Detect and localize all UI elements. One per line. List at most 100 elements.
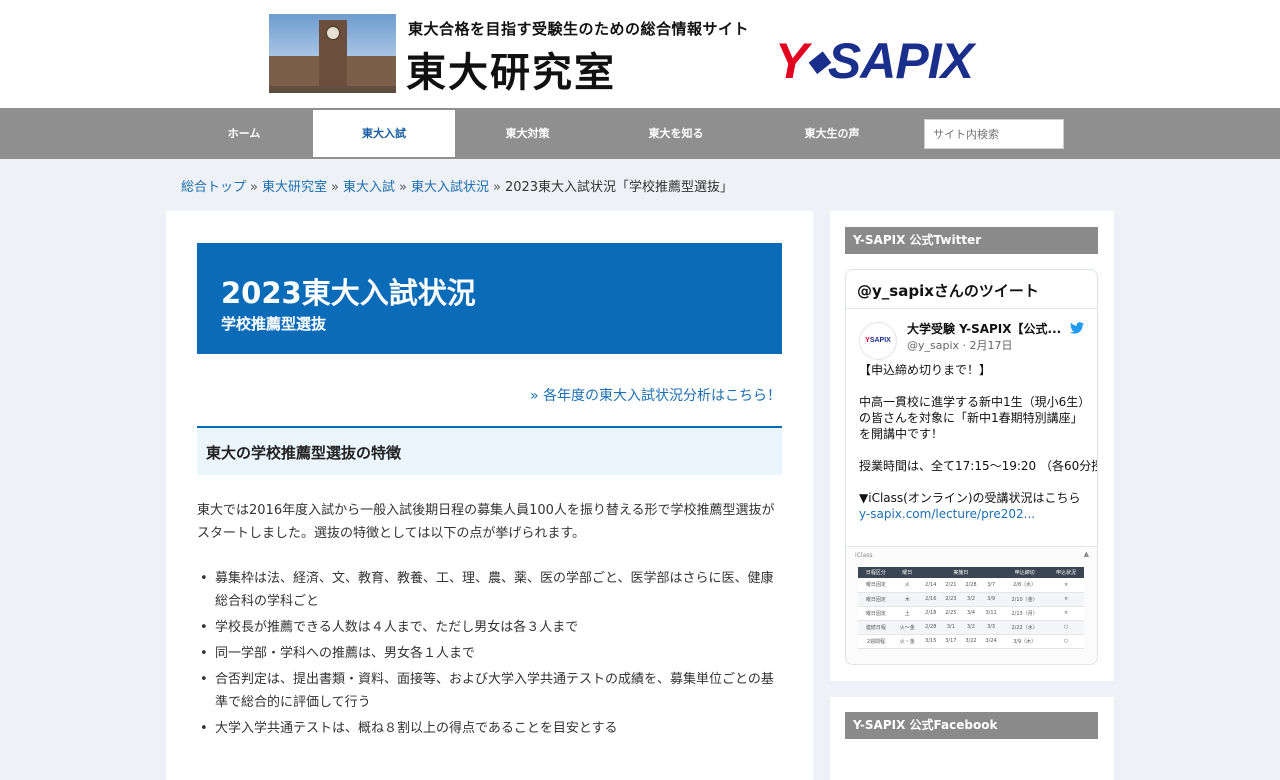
table-row: 曜日固定 火 2/14 2/21 2/28 3/7 2/8（水） × bbox=[858, 578, 1084, 593]
tweet-handle-date[interactable]: @y_sapix · 2月17日 bbox=[907, 337, 1013, 353]
nav-item-student-voice[interactable]: 東大生の声 bbox=[752, 108, 912, 159]
tweet-line: ▼iClass(オンライン)の受講状況はこちら bbox=[859, 491, 1081, 505]
breadcrumb-link-exam[interactable]: 東大入試 bbox=[343, 180, 395, 195]
table-cell: 曜日固定 bbox=[858, 592, 894, 607]
table-cell: 連続日程 bbox=[858, 620, 894, 635]
table-header: 日程区分 bbox=[858, 567, 894, 578]
y-sapix-logo-y: Y bbox=[775, 33, 808, 89]
table-cell: 2/8（水） bbox=[1001, 578, 1049, 593]
table-cell: × bbox=[1048, 592, 1084, 607]
list-item: 大学入学共通テストは、概ね８割以上の得点であることを目安とする bbox=[197, 717, 782, 740]
nav-item-todai-prep[interactable]: 東大対策 bbox=[455, 108, 600, 159]
breadcrumb-link-status[interactable]: 東大入試状況 bbox=[411, 180, 489, 195]
nav-item-todai-exam[interactable]: 東大入試 bbox=[313, 110, 455, 157]
table-cell: 火 bbox=[893, 578, 921, 593]
table-cell: 曜日固定 bbox=[858, 578, 894, 593]
twitter-widget-heading: Y-SAPIX 公式Twitter bbox=[845, 227, 1098, 254]
yearly-analysis-link[interactable]: » 各年度の東大入試状況分析はこちら！ bbox=[530, 385, 781, 405]
breadcrumb: 総合トップ» 東大研究室» 東大入試» 東大入試状況» 2023東大入試状況「学校推薦型… bbox=[181, 176, 733, 195]
table-cell: 3/2 bbox=[960, 592, 982, 607]
table-cell: 3/3 bbox=[981, 620, 1002, 635]
yasuda-auditorium-photo[interactable] bbox=[269, 14, 396, 93]
tweet-avatar[interactable]: YSAPIX bbox=[859, 322, 897, 360]
table-header: 曜日 bbox=[893, 567, 921, 578]
clock-icon bbox=[326, 26, 340, 40]
site-search-input[interactable] bbox=[924, 119, 1064, 149]
breadcrumb-current: 2023東大入試状況「学校推薦型選抜」 bbox=[504, 180, 734, 195]
breadcrumb-separator: » bbox=[398, 180, 407, 195]
tweet-line: 【申込締め切りまで！】 bbox=[859, 363, 992, 377]
breadcrumb-link-top[interactable]: 総合トップ bbox=[181, 180, 246, 195]
table-cell: 2/25 bbox=[940, 606, 961, 621]
table-cell: 2/14 bbox=[920, 578, 941, 593]
table-cell: 2/28 bbox=[920, 620, 941, 635]
breadcrumb-separator: » bbox=[492, 180, 501, 195]
table-cell: 3/11 bbox=[981, 606, 1002, 621]
list-item: 学校長が推薦できる人数は４人まで、ただし男女は各３人まで bbox=[197, 616, 782, 639]
page-title: 2023東大入試状況 bbox=[221, 276, 476, 310]
tweet-image[interactable]: iClass ▲ 日程区分 曜日 実施日 申込締切 申込状況 曜日固定 火 2/… bbox=[846, 546, 1097, 664]
twitter-timeline[interactable]: @y_sapixさんのツイート YSAPIX 大学受験 Y-SAPIX【公式..… bbox=[845, 269, 1098, 665]
table-cell: 火〜金 bbox=[893, 620, 921, 635]
sidebar-twitter-card: Y-SAPIX 公式Twitter @y_sapixさんのツイート YSAPIX… bbox=[830, 211, 1114, 681]
table-cell: 3/15 bbox=[920, 634, 941, 649]
table-cell: 3/9（木） bbox=[1001, 634, 1049, 649]
page-hero: 2023東大入試状況 学校推薦型選抜 bbox=[197, 243, 782, 354]
building-wing-left bbox=[269, 56, 321, 86]
table-cell: 2週間程 bbox=[858, 634, 894, 649]
tweet-author[interactable]: 大学受験 Y-SAPIX【公式... bbox=[907, 320, 1061, 337]
list-item: 合否判定は、提出書類・資料、面接等、および大学入学共通テストの成績を、募集単位ご… bbox=[197, 668, 782, 714]
schedule-table: 日程区分 曜日 実施日 申込締切 申込状況 曜日固定 火 2/14 2/21 2… bbox=[858, 567, 1084, 649]
nav-item-home[interactable]: ホーム bbox=[175, 108, 313, 159]
table-cell: 3/4 bbox=[960, 606, 982, 621]
table-cell: 木 bbox=[893, 592, 921, 607]
facebook-widget-heading: Y-SAPIX 公式Facebook bbox=[845, 712, 1098, 739]
table-cell: × bbox=[1048, 606, 1084, 621]
tweet-url-link[interactable]: y-sapix.com/lecture/pre202... bbox=[859, 506, 1089, 522]
site-title-logo[interactable]: 東大研究室 bbox=[406, 40, 616, 98]
table-cell: × bbox=[1048, 578, 1084, 593]
timeline-divider bbox=[846, 308, 1097, 309]
tweet-text: 【申込締め切りまで！】 中高一貫校に進学する新中1生（現小6生）の皆さんを対象に… bbox=[859, 362, 1097, 522]
intro-paragraph: 東大では2016年度入試から一般入試後期日程の募集人員100人を振り替える形で学… bbox=[197, 503, 775, 541]
site-tagline: 東大合格を目指す受験生のための総合情報サイト bbox=[408, 20, 750, 38]
table-cell: 2/22（水） bbox=[1001, 620, 1049, 635]
twitter-bird-icon[interactable] bbox=[1070, 322, 1084, 334]
table-cell: 3/22 bbox=[960, 634, 982, 649]
table-cell: ○ bbox=[1048, 620, 1084, 635]
breadcrumb-separator: » bbox=[331, 180, 339, 195]
breadcrumb-link-lab[interactable]: 東大研究室 bbox=[262, 180, 327, 195]
avatar-text-sapix: SAPIX bbox=[869, 337, 891, 344]
table-row: 連続日程 火〜金 2/28 3/1 3/2 3/3 2/22（水） ○ bbox=[858, 620, 1084, 635]
tweet-line: 授業時間は、全て17:15〜19:20 （各60分授業、授業の間に5分休憩あり） bbox=[859, 459, 1097, 473]
y-sapix-logo-sapix: SAPIX bbox=[827, 33, 974, 89]
y-sapix-logo[interactable]: Y◆SAPIX bbox=[775, 33, 974, 89]
table-row: 曜日固定 土 2/18 2/25 3/4 3/11 2/13（月） × bbox=[858, 606, 1084, 621]
breadcrumb-separator: » bbox=[250, 180, 258, 195]
table-cell: 3/2 bbox=[960, 620, 982, 635]
tweet-image-label: iClass bbox=[855, 552, 873, 559]
table-cell: 2/18 bbox=[920, 606, 941, 621]
table-cell: 2/13（月） bbox=[1001, 606, 1049, 621]
table-cell: 2/10（金） bbox=[1001, 592, 1049, 607]
table-cell: 曜日固定 bbox=[858, 606, 894, 621]
table-cell: 火・金 bbox=[893, 634, 921, 649]
table-header: 申込締切 bbox=[1001, 567, 1049, 578]
table-header: 実施日 bbox=[920, 567, 1002, 578]
nav-item-know-todai[interactable]: 東大を知る bbox=[600, 108, 752, 159]
tweet-line: 中高一貫校に進学する新中1生（現小6生）の皆さんを対象に「新中1春期特別講座」を… bbox=[859, 395, 1085, 441]
table-cell: 3/1 bbox=[940, 620, 961, 635]
table-cell: 3/9 bbox=[981, 592, 1002, 607]
table-cell: ○ bbox=[1048, 634, 1084, 649]
timeline-title[interactable]: @y_sapixさんのツイート bbox=[857, 280, 1039, 301]
list-item: 同一学部・学科への推薦は、男女各１人まで bbox=[197, 642, 782, 665]
table-header: 申込状況 bbox=[1048, 567, 1084, 578]
table-row: 2週間程 火・金 3/15 3/17 3/22 3/24 3/9（木） ○ bbox=[858, 634, 1084, 649]
site-header: 東大合格を目指す受験生のための総合情報サイト 東大研究室 Y◆SAPIX bbox=[0, 0, 1280, 108]
table-cell: 3/17 bbox=[940, 634, 961, 649]
sidebar-facebook-card: Y-SAPIX 公式Facebook bbox=[830, 697, 1114, 780]
table-cell: 3/7 bbox=[981, 578, 1002, 593]
page-subtitle: 学校推薦型選抜 bbox=[221, 315, 327, 333]
table-cell: 2/21 bbox=[940, 578, 961, 593]
feature-list: 募集枠は法、経済、文、教育、教養、工、理、農、薬、医の学部ごと、医学部はさらに医… bbox=[197, 567, 782, 743]
